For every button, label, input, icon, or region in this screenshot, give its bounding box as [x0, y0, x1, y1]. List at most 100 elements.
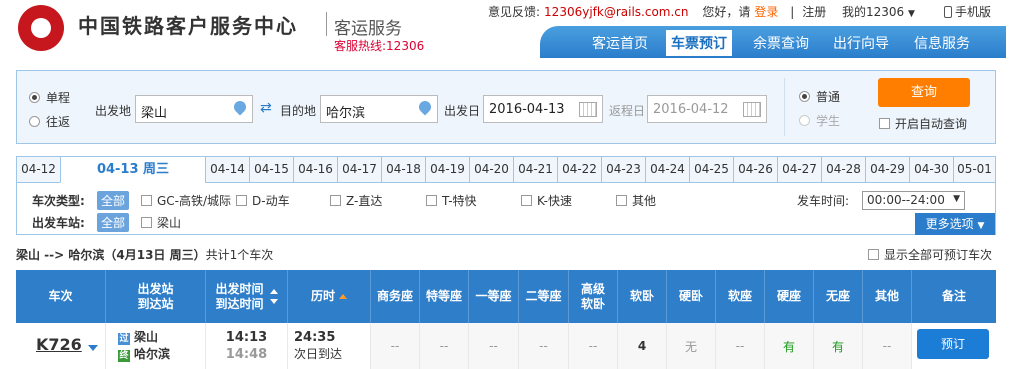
- depart-time-select[interactable]: 00:00--24:00 ▼: [862, 191, 965, 210]
- col-hard-sleeper: 硬卧: [667, 270, 716, 323]
- date-tab[interactable]: 04-16: [293, 156, 337, 183]
- seat-other: --: [863, 323, 912, 369]
- date-tab[interactable]: 04-24: [645, 156, 689, 183]
- col-duration[interactable]: 历时: [288, 270, 371, 323]
- checkbox-icon: [330, 195, 341, 206]
- seat-soft-sleeper[interactable]: 4: [618, 323, 667, 369]
- seat-deluxe-soft-sleeper: --: [569, 323, 618, 369]
- auto-query-checkbox[interactable]: 开启自动查询: [879, 115, 967, 132]
- date-tab[interactable]: 04-27: [777, 156, 821, 183]
- train-number-link[interactable]: K726: [36, 335, 82, 354]
- train-type-all-button[interactable]: 全部: [97, 191, 130, 210]
- date-tab[interactable]: 04-14: [205, 156, 249, 183]
- date-tab[interactable]: 04-15: [249, 156, 293, 183]
- query-button[interactable]: 查询: [878, 78, 970, 107]
- col-business-label: 商务座: [376, 289, 413, 303]
- date-tab[interactable]: 04-17: [337, 156, 381, 183]
- terminal-icon: 终: [118, 350, 130, 362]
- show-all-checkbox[interactable]: 显示全部可预订车次: [868, 246, 992, 263]
- arrival-note: 次日到达: [294, 347, 343, 361]
- seat-hard-seat[interactable]: 有: [765, 323, 814, 369]
- more-options-button[interactable]: 更多选项 ▼: [915, 213, 995, 235]
- station-liangshan-checkbox[interactable]: 梁山: [141, 214, 181, 231]
- trip-oneway-label: 单程: [46, 91, 71, 105]
- register-link[interactable]: 注册: [802, 5, 826, 19]
- to-station: 终哈尔滨: [118, 346, 170, 363]
- to-label: 目的地: [280, 104, 317, 118]
- col-remarks: 备注: [912, 270, 996, 323]
- type-k-checkbox[interactable]: K-快速: [521, 192, 572, 209]
- sort-up-icon[interactable]: [339, 294, 347, 299]
- trip-round-radio[interactable]: 往返: [29, 113, 70, 130]
- date-tab[interactable]: 04-18: [381, 156, 425, 183]
- type-other-checkbox[interactable]: 其他: [616, 192, 656, 209]
- nav-remaining-tickets[interactable]: 余票查询: [753, 33, 809, 53]
- book-button[interactable]: 预订: [917, 329, 989, 359]
- type-d-label: D-动车: [252, 194, 290, 208]
- nav-home[interactable]: 客运首页: [592, 33, 648, 53]
- pass-through-icon: 过: [118, 333, 130, 345]
- passenger-normal-radio[interactable]: 普通: [799, 88, 840, 105]
- station-all-button[interactable]: 全部: [97, 213, 130, 232]
- passenger-normal-label: 普通: [816, 90, 841, 104]
- date-tab[interactable]: 04-30: [909, 156, 953, 183]
- passenger-student-radio[interactable]: 学生: [799, 112, 840, 129]
- checkbox-icon: [868, 249, 879, 260]
- date-tab[interactable]: 04-28: [821, 156, 865, 183]
- date-label: 出发日: [444, 104, 481, 118]
- seat-business: --: [371, 323, 420, 369]
- depart-date-input[interactable]: 2016-04-13: [483, 95, 603, 123]
- to-station-input[interactable]: 哈尔滨: [320, 95, 438, 123]
- col-times[interactable]: 出发时间 到达时间: [206, 270, 288, 323]
- trip-oneway-radio[interactable]: 单程: [29, 89, 70, 106]
- type-gc-checkbox[interactable]: GC-高铁/城际: [141, 192, 231, 209]
- date-tab-selected[interactable]: 04-13 周三: [60, 156, 205, 183]
- my-account-menu[interactable]: 我的12306 ▼: [842, 3, 915, 20]
- date-tab[interactable]: 04-26: [733, 156, 777, 183]
- col-second-label: 二等座: [525, 289, 562, 303]
- depart-time-label: 发车时间:: [797, 194, 850, 208]
- feedback-email-link[interactable]: 12306yjfk@rails.com.cn: [544, 5, 688, 19]
- type-z-checkbox[interactable]: Z-直达: [330, 192, 382, 209]
- location-pin-icon[interactable]: [416, 98, 434, 116]
- date-tab[interactable]: 04-23: [601, 156, 645, 183]
- calendar-icon[interactable]: [579, 102, 597, 117]
- from-station-input[interactable]: 梁山: [135, 95, 253, 123]
- mobile-label: 手机版: [955, 5, 992, 19]
- date-tab[interactable]: 04-22: [557, 156, 601, 183]
- type-d-checkbox[interactable]: D-动车: [236, 192, 290, 209]
- col-second: 二等座: [519, 270, 569, 323]
- mobile-link[interactable]: 手机版: [944, 3, 991, 20]
- nav-info-service[interactable]: 信息服务: [914, 33, 970, 53]
- login-link[interactable]: 登录: [754, 5, 778, 19]
- sort-up-icon[interactable]: [269, 289, 278, 294]
- date-tab[interactable]: 04-29: [865, 156, 909, 183]
- train-cell: K726: [16, 323, 106, 369]
- nav-ticket-booking[interactable]: 车票预订: [666, 30, 732, 56]
- nav-travel-guide[interactable]: 出行向导: [833, 33, 889, 53]
- table-row: K726 过梁山 终哈尔滨 14:13 14:48 24:35 次日到达 -- …: [16, 323, 996, 369]
- date-tab[interactable]: 04-19: [425, 156, 469, 183]
- return-label: 返程日: [609, 104, 646, 118]
- location-pin-icon[interactable]: [231, 98, 249, 116]
- sort-down-icon[interactable]: [269, 299, 278, 304]
- chevron-down-icon[interactable]: [88, 345, 98, 351]
- stations-cell: 过梁山 终哈尔滨: [106, 323, 206, 369]
- date-tab[interactable]: 04-21: [513, 156, 557, 183]
- swap-stations-icon[interactable]: ⇄: [260, 101, 276, 115]
- more-options-label: 更多选项: [925, 217, 974, 231]
- date-tab[interactable]: 05-01: [953, 156, 996, 183]
- col-soft-sleeper-label: 软卧: [629, 289, 654, 303]
- my-account-label: 我的12306: [842, 5, 905, 19]
- date-tabs: 04-12 04-13 周三 04-14 04-15 04-16 04-17 0…: [16, 156, 996, 183]
- date-tab[interactable]: 04-20: [469, 156, 513, 183]
- trip-round-label: 往返: [46, 115, 71, 129]
- date-tab[interactable]: 04-12: [16, 156, 60, 183]
- date-tab[interactable]: 04-25: [689, 156, 733, 183]
- chevron-down-icon: ▼: [908, 9, 915, 19]
- seat-soft-seat: --: [716, 323, 765, 369]
- return-date-input[interactable]: 2016-04-12: [647, 95, 767, 123]
- seat-no-seat[interactable]: 有: [814, 323, 863, 369]
- type-t-checkbox[interactable]: T-特快: [426, 192, 477, 209]
- calendar-icon[interactable]: [743, 102, 761, 117]
